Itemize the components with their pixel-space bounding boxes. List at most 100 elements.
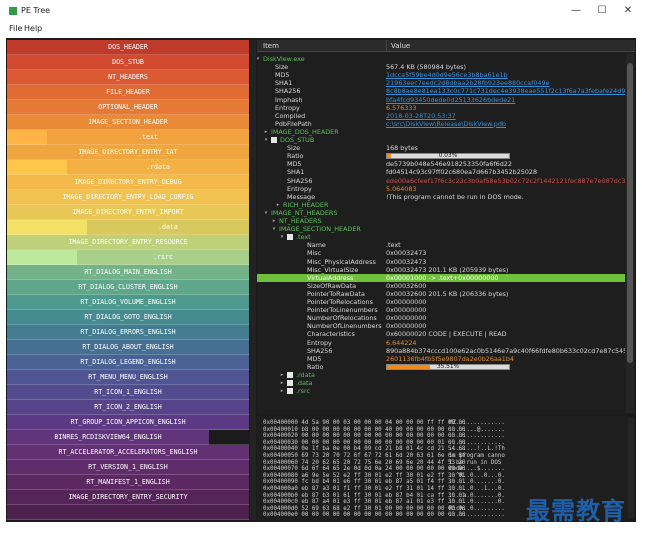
treemap-block[interactable]: RT_MENU_MENU_ENGLISH xyxy=(7,370,249,385)
expand-icon[interactable]: ▸ xyxy=(279,388,285,394)
expand-icon[interactable]: ▸ xyxy=(271,218,277,224)
treemap-block[interactable]: RT_VERSION_1_ENGLISH xyxy=(7,460,249,475)
tree-row[interactable]: Size 567.4 KB (580984 bytes) xyxy=(257,63,625,71)
treemap-block[interactable]: RT_DIALOG_LEGEND_ENGLISH xyxy=(7,355,249,370)
treemap-block-left[interactable] xyxy=(7,160,67,175)
collapse-icon[interactable]: ▾ xyxy=(279,234,285,240)
treemap-block[interactable]: IMAGE_DIRECTORY_ENTRY_IAT xyxy=(7,145,249,160)
collapse-icon[interactable]: ▾ xyxy=(263,210,269,216)
expand-icon[interactable]: ▸ xyxy=(279,380,285,386)
tree-row[interactable]: VirtualAddress 0x00001000 -> .text+0x0000… xyxy=(257,273,625,282)
tree-row[interactable]: NumberOfLinenumbers 0x00000000 xyxy=(257,322,625,330)
treemap-block[interactable]: IMAGE_DIRECTORY_ENTRY_IMPORT xyxy=(7,205,249,220)
tree-row[interactable]: Name .text xyxy=(257,241,625,249)
tree-row[interactable]: MD5 de5739b048e546e918253350fa6f6d22 xyxy=(257,160,625,168)
treemap-block[interactable]: .data xyxy=(87,220,249,235)
treemap-block[interactable]: RT_DIALOG_CLUSTER_ENGLISH xyxy=(7,280,249,295)
tree-row[interactable]: SHA256 8c8b8ae8e81ea133c0c771c731dec4e393… xyxy=(257,87,625,95)
column-divider[interactable] xyxy=(386,40,387,52)
tree-row[interactable]: ▸ .rsrc xyxy=(257,387,625,395)
treemap-block[interactable]: RT_DIALOG_VOLUME_ENGLISH xyxy=(7,295,249,310)
treemap-block[interactable]: IMAGE_SECTION_HEADER xyxy=(7,115,249,130)
expand-icon[interactable]: ▸ xyxy=(263,129,269,135)
tree-row[interactable]: SHA1 fd04514c93c97ff02c680ea7d667b3452b25… xyxy=(257,168,625,176)
treemap-block[interactable]: IMAGE_DIRECTORY_ENTRY_DEBUG xyxy=(7,175,249,190)
tree-item-value[interactable]: 8c8b8ae8e81ea133c0c771c731dec4e3938eae55… xyxy=(386,87,625,95)
tree-item-value[interactable]: 1dcca5f59be4d0d9e56ce3b8ba61e1b xyxy=(386,71,508,79)
treemap-block[interactable]: IMAGE_DIRECTORY_ENTRY_SECURITY xyxy=(7,490,249,505)
tree-row[interactable]: PointerToRelocations 0x00000000 xyxy=(257,298,625,306)
treemap-block[interactable]: DOS_STUB xyxy=(7,55,249,70)
tree-row[interactable]: Characteristics 0x60000020 CODE | EXECUTE… xyxy=(257,330,625,338)
treemap-block[interactable]: RT_ACCELERATOR_ACCELERATORS_ENGLISH xyxy=(7,445,249,460)
tree-row[interactable]: MD5 1dcca5f59be4d0d9e56ce3b8ba61e1b xyxy=(257,71,625,79)
column-value[interactable]: Value xyxy=(391,42,410,50)
tree-row[interactable]: ▾ .text xyxy=(257,233,625,241)
tree-row[interactable]: SHA256 890a884b374cccd100e62ac0b5146e7a9c… xyxy=(257,347,625,355)
treemap-block[interactable]: FILE_HEADER xyxy=(7,85,249,100)
tree-row[interactable]: Entropy 6.576333 xyxy=(257,104,625,112)
column-item[interactable]: Item xyxy=(263,42,279,50)
treemap-block[interactable]: DOS_HEADER xyxy=(7,40,249,55)
hex-scrollbar[interactable] xyxy=(628,418,634,518)
tree-row[interactable]: Message !This program cannot be run in DO… xyxy=(257,193,625,201)
menu-file[interactable]: File xyxy=(9,24,22,33)
tree-row[interactable]: PointerToLinenumbers 0x00000000 xyxy=(257,306,625,314)
tree-row[interactable]: Ratio 0.03% xyxy=(257,152,625,160)
splitter-handle[interactable] xyxy=(250,40,256,520)
treemap-block[interactable]: RT_ICON_2_ENGLISH xyxy=(7,400,249,415)
treemap-block[interactable]: .rdata xyxy=(67,160,249,175)
tree-row[interactable]: Entropy 6.644224 xyxy=(257,339,625,347)
treemap-block[interactable]: .text xyxy=(47,130,249,145)
treemap-block[interactable] xyxy=(7,505,249,520)
treemap-block[interactable]: RT_ICON_1_ENGLISH xyxy=(7,385,249,400)
tree-row[interactable]: PointerToRawData 0x00032600 201.5 KB (206… xyxy=(257,290,625,298)
tree-row[interactable]: ▸ NT_HEADERS xyxy=(257,217,625,225)
tree-row[interactable]: ▸ IMAGE_DOS_HEADER xyxy=(257,128,625,136)
tree-row[interactable]: Ratio 35.51% xyxy=(257,363,625,371)
tree-item-value[interactable]: c:\src\DiskView\Release\DiskView.pdb xyxy=(386,120,506,128)
tree-row[interactable]: SHA1 21963eec7eedc2d8dbaa2b28fb923ee880cc… xyxy=(257,79,625,87)
treemap-block[interactable]: RT_DIALOG_ABOUT_ENGLISH xyxy=(7,340,249,355)
tree-row[interactable]: SHA256 ede00a6cfeef17f6c3c23c3b0af58e53b0… xyxy=(257,177,625,185)
treemap-block[interactable]: OPTIONAL_HEADER xyxy=(7,100,249,115)
treemap-block[interactable]: IMAGE_DIRECTORY_ENTRY_RESOURCE xyxy=(7,235,249,250)
treemap-block-left[interactable] xyxy=(7,220,87,235)
tree-row[interactable]: ▸ .data xyxy=(257,379,625,387)
treemap-block[interactable]: RT_DIALOG_GOTO_ENGLISH xyxy=(7,310,249,325)
tree-row[interactable]: Entropy 5.064083 xyxy=(257,185,625,193)
treemap-block[interactable]: IMAGE_DIRECTORY_ENTRY_LOAD_CONFIG xyxy=(7,190,249,205)
tree-row[interactable]: Misc 0x00032473 xyxy=(257,249,625,257)
tree-row[interactable]: ▾ IMAGE_SECTION_HEADER xyxy=(257,225,625,233)
treemap-block[interactable]: .rsrc xyxy=(77,250,249,265)
menu-help[interactable]: Help xyxy=(24,24,42,33)
treemap-block[interactable]: BINRES_RCDISKVIEW64_ENGLISH xyxy=(7,430,209,445)
treemap-block[interactable]: NT_HEADERS xyxy=(7,70,249,85)
tree-row[interactable]: NumberOfRelocations 0x00000000 xyxy=(257,314,625,322)
tree-row[interactable]: Compiled 2018-03-28T20:53:37 xyxy=(257,112,625,120)
treemap-block-left[interactable] xyxy=(7,250,77,265)
treemap-block[interactable]: RT_DIALOG_MAIN_ENGLISH xyxy=(7,265,249,280)
tree-row[interactable]: ▾ IMAGE_NT_HEADERS xyxy=(257,209,625,217)
treemap-block-left[interactable] xyxy=(7,130,47,145)
expand-icon[interactable]: ▸ xyxy=(279,372,285,378)
tree-scrollbar[interactable] xyxy=(626,53,634,413)
collapse-icon[interactable]: ▾ xyxy=(271,226,277,232)
tree-row[interactable]: SizeOfRawData 0x00032600 xyxy=(257,282,625,290)
tree-row[interactable]: Size 168 bytes xyxy=(257,144,625,152)
tree-row[interactable]: ▸ RICH_HEADER xyxy=(257,201,625,209)
treemap-block[interactable]: RT_GROUP_ICON_APPICON_ENGLISH xyxy=(7,415,249,430)
tree-row[interactable]: Misc_VirtualSize 0x00032473 201.1 KB (205… xyxy=(257,266,625,274)
treemap-block[interactable]: RT_DIALOG_ERRORS_ENGLISH xyxy=(7,325,249,340)
expand-icon[interactable]: ▸ xyxy=(275,202,281,208)
maximize-button[interactable]: ☐ xyxy=(590,3,614,19)
tree-item-value[interactable]: 21963eec7eedc2d8dbaa2b28fb923ee880ccaf04… xyxy=(386,79,549,87)
tree-row[interactable]: Misc_PhysicalAddress 0x00032473 xyxy=(257,258,625,266)
tree-row[interactable]: ▾ DOS_STUB xyxy=(257,136,625,144)
collapse-icon[interactable]: ▾ xyxy=(263,137,269,143)
tree-row[interactable]: ▸ .rdata xyxy=(257,371,625,379)
close-button[interactable]: ✕ xyxy=(616,3,640,19)
collapse-icon[interactable]: ▾ xyxy=(257,56,261,62)
tree-row[interactable]: MD5 2601136fb4fb5f5e9807da2e0b26aa1b4 xyxy=(257,355,625,363)
tree-row[interactable]: Imphash bfa4fcd93450dede0d25133626bdede21 xyxy=(257,96,625,104)
